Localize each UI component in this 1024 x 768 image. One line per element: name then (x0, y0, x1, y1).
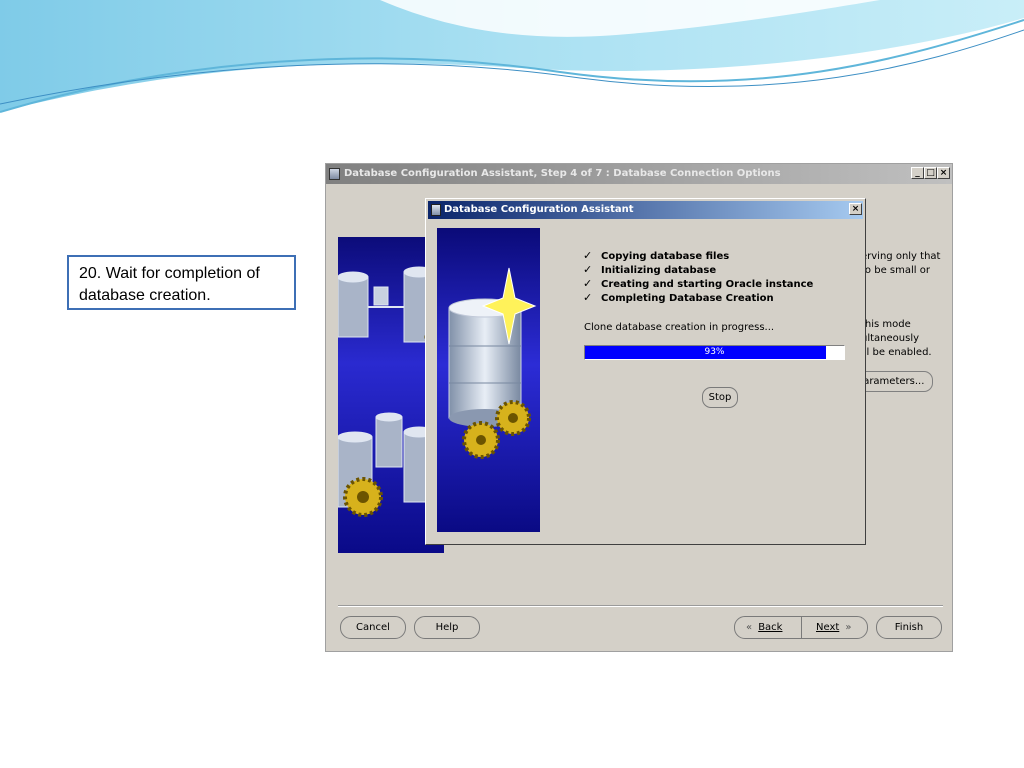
step-label: Initializing database (601, 265, 717, 276)
wave-decoration (0, 0, 1024, 113)
navigation-button-group: « Back Next » (734, 616, 868, 639)
button-separator (338, 605, 943, 607)
finish-button[interactable]: Finish (876, 616, 942, 639)
app-icon (431, 204, 441, 216)
next-button[interactable]: Next » (816, 617, 854, 638)
next-arrow-icon: » (845, 622, 852, 633)
back-arrow-icon: « (745, 622, 753, 633)
database-gears-illustration (437, 228, 540, 532)
stop-button[interactable]: Stop (702, 387, 738, 408)
step-label: Copying database files (601, 251, 730, 262)
cancel-button[interactable]: Cancel (340, 616, 406, 639)
check-icon: ✓ (583, 277, 593, 290)
check-icon: ✓ (583, 249, 593, 262)
help-button[interactable]: Help (414, 616, 480, 639)
progress-dialog: Database Configuration Assistant × ✓ Cop… (425, 198, 866, 545)
progress-label: Clone database creation in progress... (584, 322, 775, 333)
description-line-1: erving only that (861, 251, 941, 262)
check-icon: ✓ (583, 263, 593, 276)
minimize-icon[interactable]: _ (911, 167, 924, 179)
dialog-title: Database Configuration Assistant (444, 204, 634, 215)
progress-bar: 93% (584, 345, 845, 360)
description-line-2: to be small or (861, 265, 930, 276)
main-window-title: Database Configuration Assistant, Step 4… (344, 168, 781, 179)
next-button-label: Next (816, 622, 840, 633)
maximize-icon[interactable]: □ (924, 167, 937, 179)
dialog-titlebar[interactable]: Database Configuration Assistant × (428, 201, 863, 219)
instruction-callout: 20. Wait for completion of database crea… (67, 255, 296, 310)
step-label: Completing Database Creation (601, 293, 774, 304)
step-label: Creating and starting Oracle instance (601, 279, 814, 290)
progress-percent: 93% (704, 347, 725, 357)
description-line-3: this mode (861, 319, 911, 330)
close-icon[interactable]: × (849, 203, 862, 215)
description-line-5: ill be enabled. (861, 347, 932, 358)
main-window-titlebar[interactable]: Database Configuration Assistant, Step 4… (326, 164, 952, 184)
close-icon[interactable]: × (937, 167, 950, 179)
nav-divider (801, 617, 802, 638)
back-button-label: Back (758, 622, 783, 633)
app-icon (329, 168, 340, 180)
description-line-4: ultaneously (861, 333, 920, 344)
check-icon: ✓ (583, 291, 593, 304)
back-button[interactable]: « Back (743, 617, 783, 638)
